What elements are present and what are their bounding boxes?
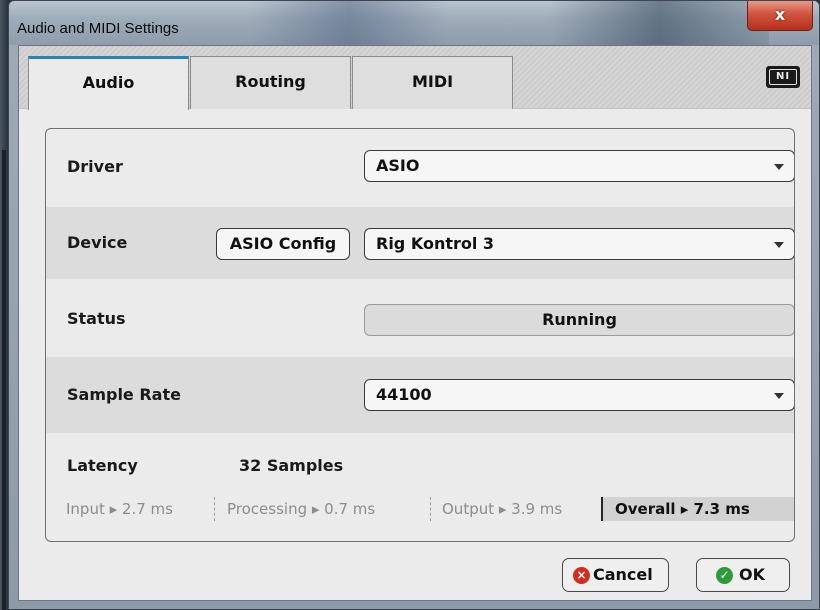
status-value: Running — [364, 304, 794, 336]
overall-latency: Overall ▸ 7.3 ms — [601, 497, 794, 521]
title-bar-glass — [249, 1, 449, 45]
device-value: Rig Kontrol 3 — [376, 234, 495, 253]
driver-label: Driver — [67, 157, 123, 176]
asio-config-button[interactable]: ASIO Config — [216, 228, 350, 260]
status-row: Status Running — [46, 279, 794, 357]
latency-value: 32 Samples — [239, 456, 344, 475]
title-bar[interactable]: Audio and MIDI Settings x — [9, 1, 819, 45]
ni-logo-text: NI — [769, 69, 797, 85]
tab-routing[interactable]: Routing — [190, 56, 351, 109]
settings-dialog: Audio and MIDI Settings x Audio Routing … — [8, 0, 820, 610]
window-title: Audio and MIDI Settings — [17, 20, 179, 37]
sample-rate-label: Sample Rate — [67, 385, 181, 404]
latency-label: Latency — [67, 456, 138, 475]
tab-audio[interactable]: Audio — [28, 56, 189, 110]
background-desktop — [0, 0, 8, 610]
status-label: Status — [67, 309, 126, 328]
output-latency: Output ▸ 3.9 ms — [442, 500, 563, 518]
processing-latency: Processing ▸ 0.7 ms — [227, 500, 376, 518]
device-dropdown[interactable]: Rig Kontrol 3 — [364, 228, 794, 260]
latency-row: Latency 32 Samples Input ▸ 2.7 ms Proces… — [46, 433, 794, 541]
sample-rate-dropdown[interactable]: 44100 — [364, 379, 794, 411]
device-label: Device — [67, 233, 128, 252]
driver-row: Driver ASIO — [46, 129, 794, 207]
tab-midi[interactable]: MIDI — [352, 56, 513, 109]
latency-divider — [430, 497, 431, 521]
cancel-label: Cancel — [593, 565, 653, 584]
chevron-down-icon — [774, 393, 784, 399]
tab-bar: Audio Routing MIDI NI — [19, 46, 811, 110]
close-button[interactable]: x — [747, 1, 813, 31]
ok-label: OK — [739, 565, 765, 584]
background-scrollbar — [2, 150, 6, 610]
cancel-icon: × — [573, 567, 590, 584]
ni-logo: NI — [766, 66, 800, 88]
chevron-down-icon — [774, 164, 784, 170]
driver-value: ASIO — [376, 156, 420, 175]
cancel-button[interactable]: × Cancel — [562, 558, 669, 592]
device-row: Device ASIO Config Rig Kontrol 3 — [46, 207, 794, 279]
close-icon: x — [774, 5, 786, 24]
audio-settings-panel: Driver ASIO Device ASIO Config Rig Kontr… — [45, 128, 795, 542]
sample-rate-row: Sample Rate 44100 — [46, 357, 794, 433]
title-bar-glass — [549, 1, 769, 45]
dialog-client-area: Audio Routing MIDI NI Driver ASIO Device… — [18, 45, 812, 601]
latency-divider — [214, 497, 215, 521]
sample-rate-value: 44100 — [376, 385, 432, 404]
check-icon: ✓ — [716, 567, 733, 584]
ok-button[interactable]: ✓ OK — [696, 558, 790, 592]
chevron-down-icon — [774, 242, 784, 248]
driver-dropdown[interactable]: ASIO — [364, 150, 794, 182]
input-latency: Input ▸ 2.7 ms — [66, 500, 173, 518]
